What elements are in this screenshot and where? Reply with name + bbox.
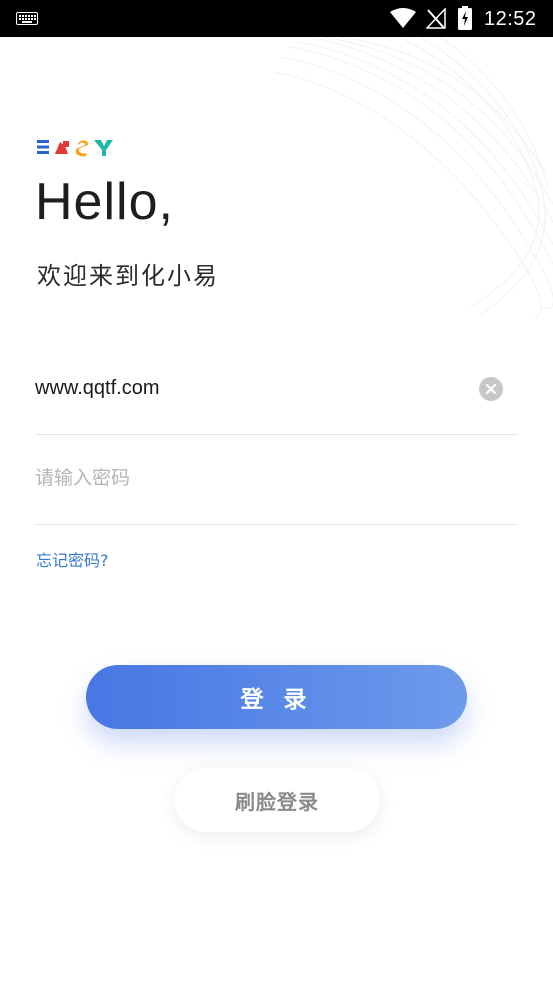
username-input[interactable] (35, 372, 465, 404)
username-field (35, 362, 518, 435)
easy-logo (37, 140, 113, 157)
login-button[interactable]: 登 录 (86, 665, 467, 729)
status-time: 12:52 (484, 8, 537, 30)
keyboard-icon (16, 12, 38, 25)
background-decoration (274, 37, 553, 317)
password-input[interactable] (35, 462, 465, 494)
no-signal-icon (426, 8, 446, 29)
forgot-password-link[interactable]: 忘记密码? (36, 550, 109, 572)
greeting-title: Hello, (35, 173, 174, 231)
wifi-icon (390, 8, 416, 28)
status-bar: 12:52 (0, 0, 553, 37)
login-screen: 12:52 Hello, 欢迎来到化小易 www.qqtf.com 忘记密码? … (0, 0, 553, 983)
welcome-text: 欢迎来到化小易 (37, 262, 219, 290)
battery-charging-icon (458, 6, 472, 30)
clear-icon[interactable] (479, 377, 503, 401)
face-login-button[interactable]: 刷脸登录 (174, 768, 380, 832)
password-field (35, 452, 518, 525)
